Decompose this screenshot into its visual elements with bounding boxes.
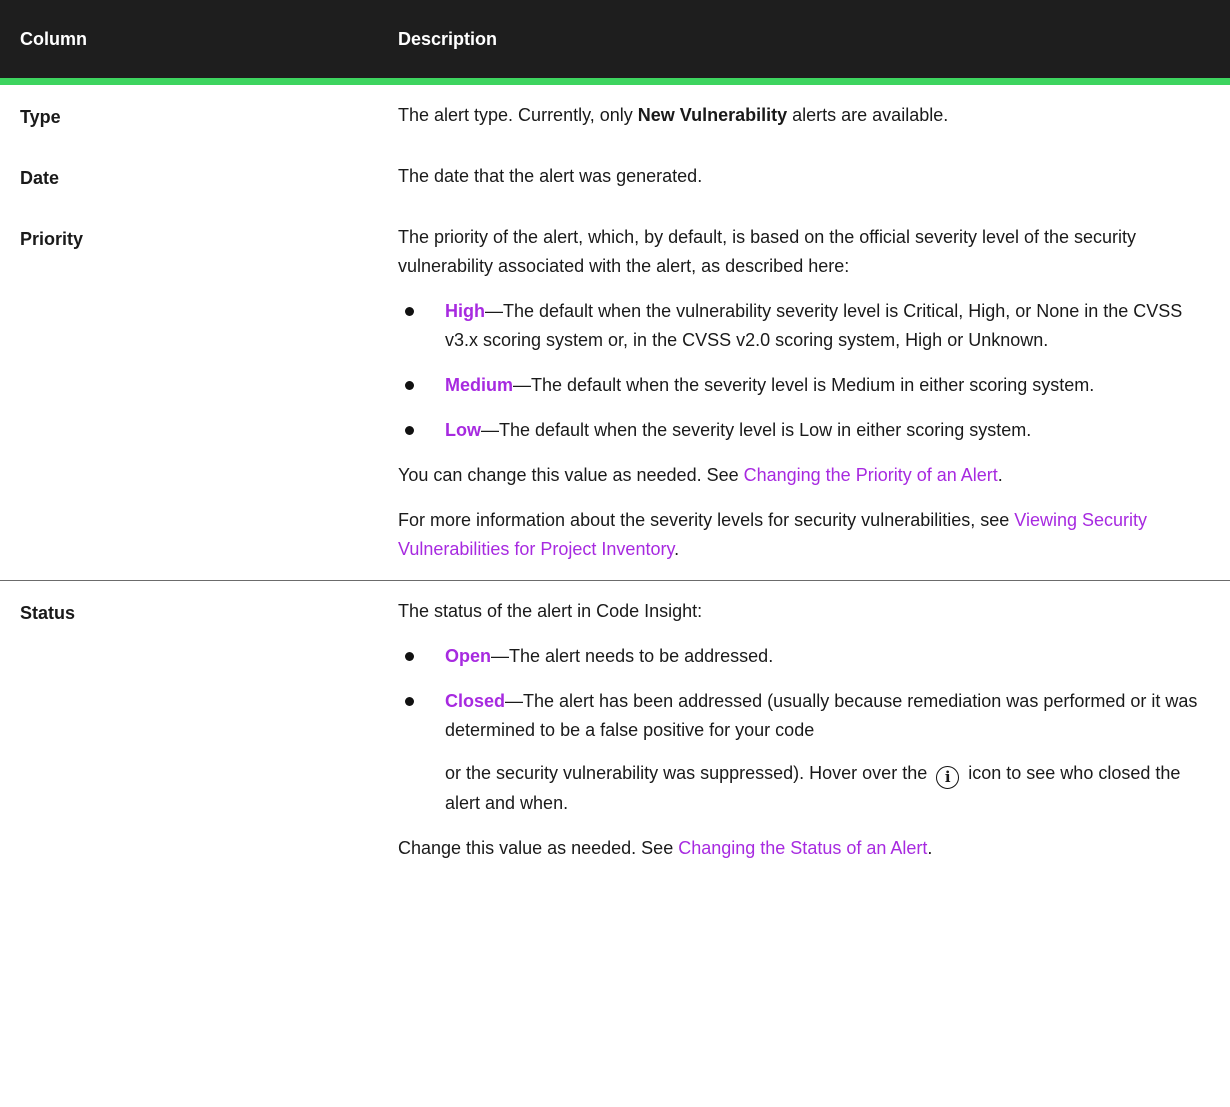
type-text-bold: New Vulnerability xyxy=(637,105,788,125)
status-text-open: —The alert needs to be addressed. xyxy=(491,646,774,666)
row-desc-status: The status of the alert in Code Insight:… xyxy=(380,581,1230,880)
row-desc-date: The date that the alert was generated. xyxy=(380,146,1230,207)
bullet-dot-icon xyxy=(405,307,414,316)
priority-text-medium: —The default when the severity level is … xyxy=(513,375,1095,395)
table-header-row: Column Description xyxy=(0,0,1230,85)
priority-term-low: Low xyxy=(445,420,481,440)
alert-columns-table: Column Description Type The alert type. … xyxy=(0,0,1230,879)
status-change-pre: Change this value as needed. See xyxy=(398,838,679,858)
priority-change-pre: You can change this value as needed. See xyxy=(398,465,744,485)
row-name-date: Date xyxy=(20,168,60,188)
table-row: Date The date that the alert was generat… xyxy=(0,146,1230,207)
table-row: Status The status of the alert in Code I… xyxy=(0,581,1230,880)
list-item: High—The default when the vulnerability … xyxy=(398,297,1216,355)
description-header: Description xyxy=(380,0,1230,85)
list-item: Medium—The default when the severity lev… xyxy=(398,371,1216,400)
status-bullet-list: Open—The alert needs to be addressed. Cl… xyxy=(398,642,1216,818)
status-term-closed: Closed xyxy=(445,691,506,711)
row-desc-priority: The priority of the alert, which, by def… xyxy=(380,207,1230,581)
priority-text-high: —The default when the vulnerability seve… xyxy=(445,301,1183,350)
priority-bullet-list: High—The default when the vulnerability … xyxy=(398,297,1216,445)
status-term-open: Open xyxy=(445,646,492,666)
priority-more-post: . xyxy=(674,539,680,559)
bullet-dot-icon xyxy=(405,426,414,435)
status-change-post: . xyxy=(927,838,933,858)
date-text: The date that the alert was generated. xyxy=(398,166,703,186)
status-intro: The status of the alert in Code Insight: xyxy=(398,601,703,621)
info-circle-icon: i xyxy=(936,766,960,789)
bullet-dot-icon xyxy=(405,381,414,390)
list-item: Low—The default when the severity level … xyxy=(398,416,1216,445)
bullet-dot-icon xyxy=(405,652,414,661)
bullet-dot-icon xyxy=(405,697,414,706)
status-text-closed-a: —The alert has been addressed (usually b… xyxy=(445,691,1198,740)
priority-term-high: High xyxy=(445,301,485,321)
changing-status-link[interactable]: Changing the Status of an Alert xyxy=(678,838,927,858)
table-row: Priority The priority of the alert, whic… xyxy=(0,207,1230,581)
priority-term-medium: Medium xyxy=(445,375,514,395)
status-text-closed-b: or the security vulnerability was suppre… xyxy=(445,763,928,783)
priority-change-post: . xyxy=(997,465,1003,485)
priority-text-low: —The default when the severity level is … xyxy=(481,420,1032,440)
row-name-type: Type xyxy=(20,107,61,127)
list-item: Open—The alert needs to be addressed. xyxy=(398,642,1216,671)
changing-priority-link[interactable]: Changing the Priority of an Alert xyxy=(744,465,998,485)
column-header: Column xyxy=(0,0,380,85)
list-item: Closed—The alert has been addressed (usu… xyxy=(398,687,1216,818)
row-name-status: Status xyxy=(20,603,76,623)
priority-more-pre: For more information about the severity … xyxy=(398,510,1015,530)
table-row: Type The alert type. Currently, only New… xyxy=(0,82,1230,147)
type-text-post: alerts are available. xyxy=(787,105,949,125)
priority-intro: The priority of the alert, which, by def… xyxy=(398,227,1137,276)
row-name-priority: Priority xyxy=(0,207,380,581)
type-text-pre: The alert type. Currently, only xyxy=(398,105,638,125)
row-desc-type: The alert type. Currently, only New Vuln… xyxy=(380,82,1230,147)
